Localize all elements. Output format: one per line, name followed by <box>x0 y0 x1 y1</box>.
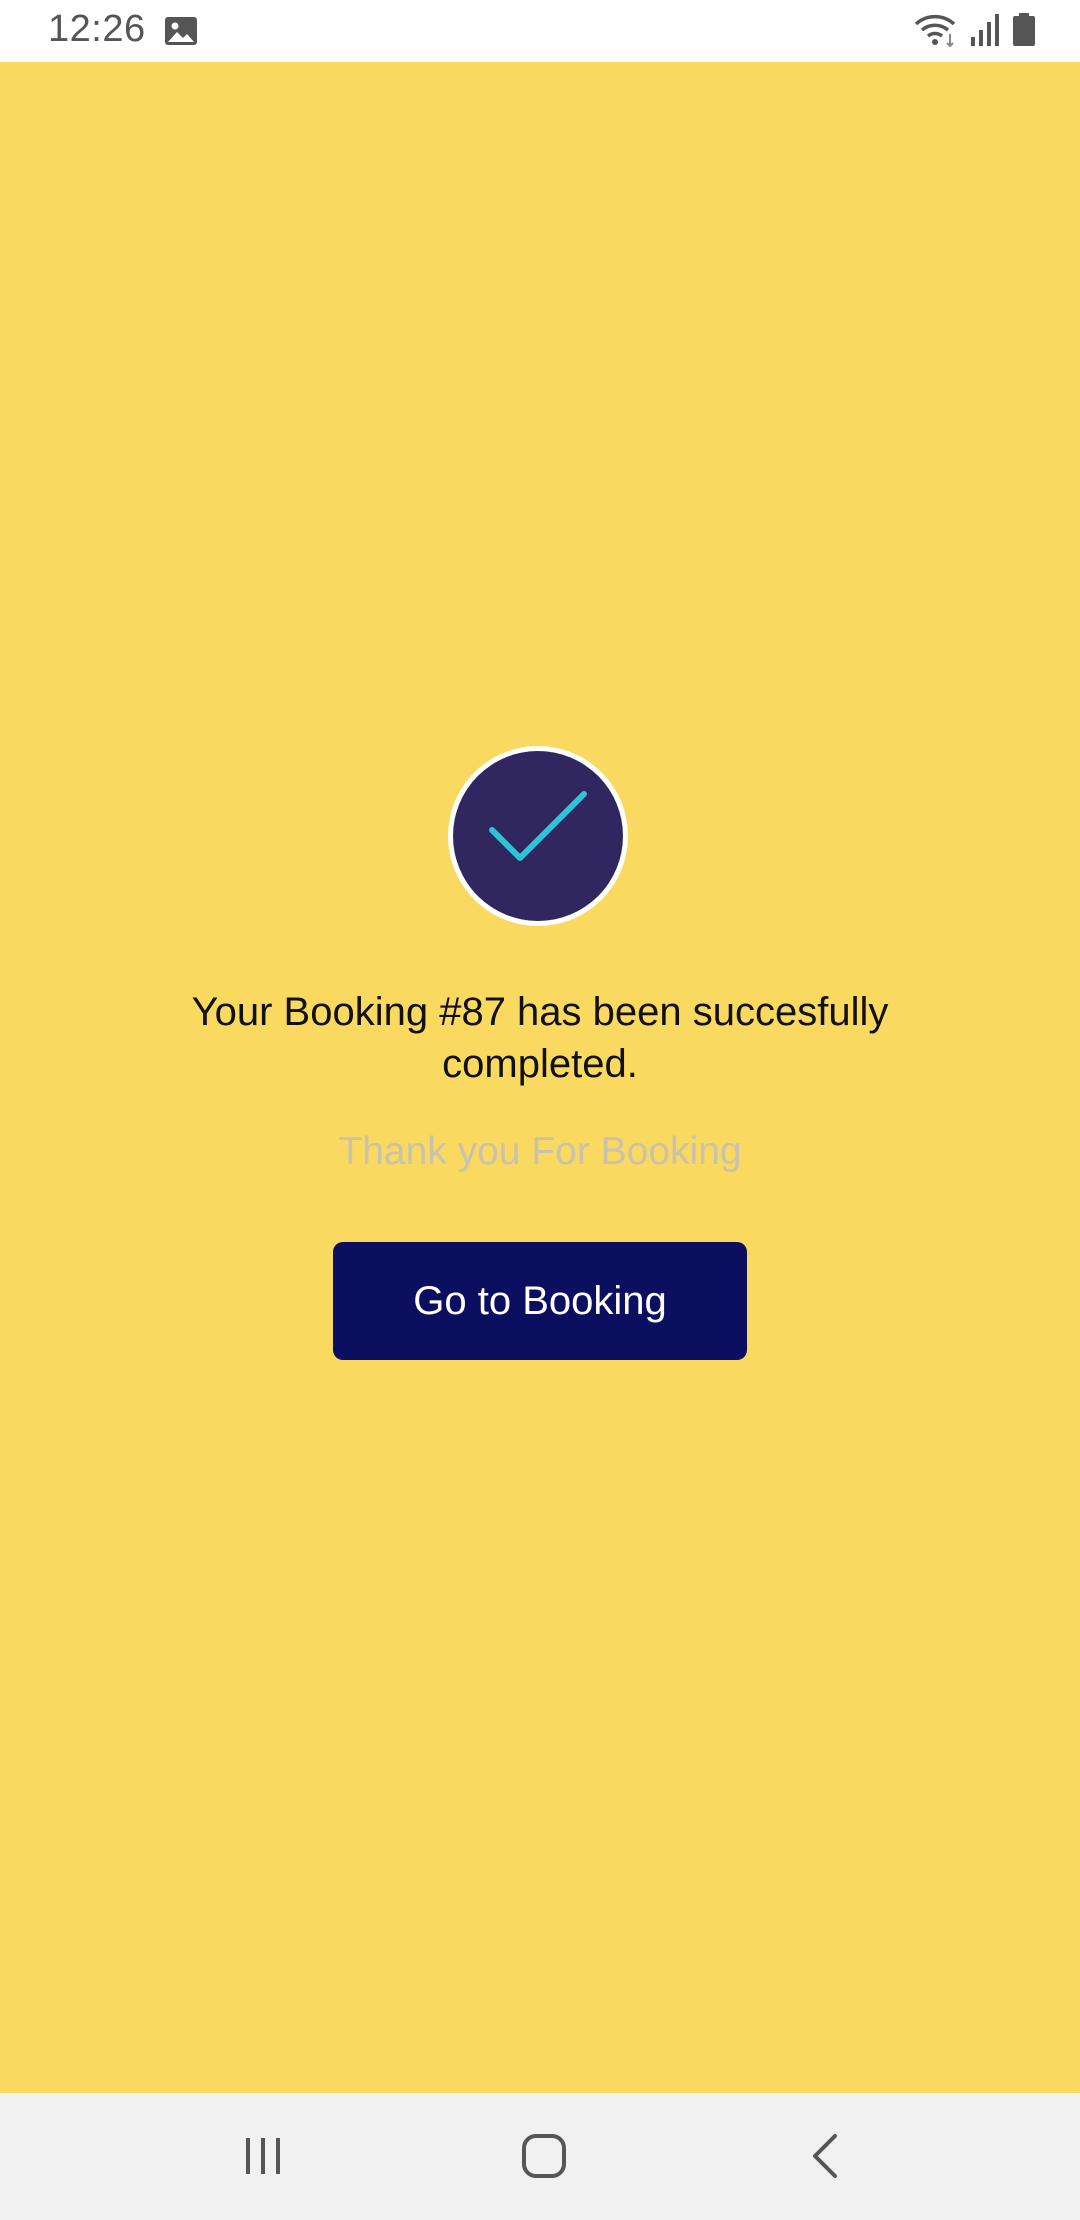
status-time: 12:26 <box>48 8 146 50</box>
signal-icon <box>970 13 1000 52</box>
home-icon[interactable] <box>504 2123 584 2189</box>
confirmation-message: Your Booking #87 has been succesfully co… <box>191 990 889 1086</box>
booking-confirmation-screen: Your Booking #87 has been succesfully co… <box>0 62 1080 2093</box>
image-icon <box>164 16 198 46</box>
status-icons <box>914 12 1036 52</box>
battery-icon <box>1012 12 1036 52</box>
navigation-bar <box>0 2093 1080 2220</box>
recents-icon[interactable] <box>223 2123 303 2189</box>
checkmark-icon <box>446 744 630 928</box>
thank-you-text: Thank you For Booking <box>338 1130 742 1173</box>
go-to-booking-button[interactable]: Go to Booking <box>333 1242 747 1360</box>
status-bar: 12:26 <box>0 0 1080 62</box>
wifi-icon <box>914 12 958 53</box>
back-icon[interactable] <box>785 2123 865 2189</box>
